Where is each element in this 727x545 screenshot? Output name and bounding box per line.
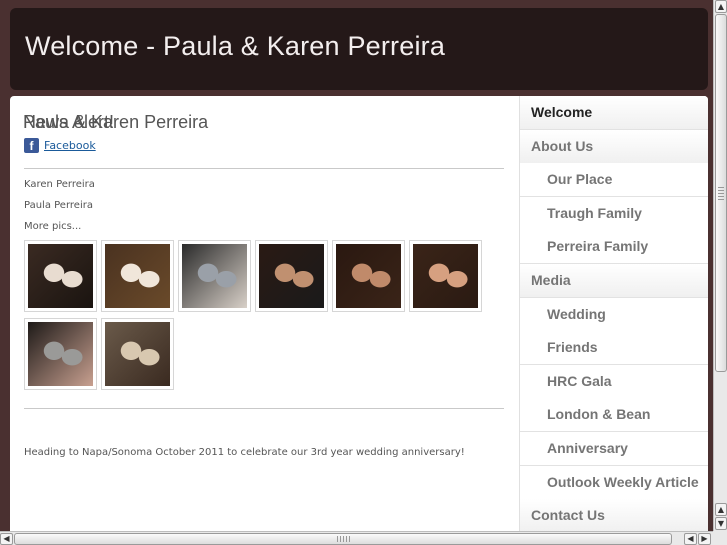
facebook-link[interactable]: Facebook — [44, 139, 96, 152]
photo-image — [182, 244, 247, 308]
photo-image — [259, 244, 324, 308]
vertical-scroll-thumb[interactable] — [715, 14, 727, 372]
arrow-down-icon[interactable]: ▼ — [715, 517, 727, 530]
site-header: Welcome - Paula & Karen Perreira — [10, 8, 708, 90]
divider — [24, 408, 504, 409]
photo-thumbnail[interactable] — [178, 240, 251, 312]
news-title: News Alert! — [23, 112, 115, 132]
grip-icon — [718, 187, 724, 201]
photo-thumbnail[interactable] — [101, 318, 174, 390]
arrow-left-icon[interactable]: ◀ — [0, 533, 13, 545]
name-paula: Paula Perreira — [24, 200, 93, 211]
sidebar-nav: Welcome About Us Our Place Traugh Family Per… — [519, 96, 708, 531]
sidebar-item-welcome[interactable]: Welcome — [520, 96, 708, 130]
page: Welcome - Paula & Karen Perreira Paula &… — [0, 0, 713, 531]
sidebar-item-our-place[interactable]: Our Place — [520, 163, 708, 198]
photo-thumbnail[interactable] — [255, 240, 328, 312]
name-karen: Karen Perreira — [24, 179, 95, 190]
facebook-link-row: f Facebook — [24, 138, 96, 153]
photo-thumbnail[interactable] — [24, 318, 97, 390]
scrollbar-corner — [713, 531, 727, 545]
vertical-scrollbar[interactable]: ▲ ▲ ▼ — [713, 0, 727, 531]
photo-image — [105, 322, 170, 386]
sidebar-item-friends[interactable]: Friends — [520, 331, 708, 366]
sidebar-item-about-us[interactable]: About Us — [520, 129, 708, 164]
facebook-icon[interactable]: f — [24, 138, 39, 153]
sidebar-item-media[interactable]: Media — [520, 264, 708, 298]
arrow-left-icon[interactable]: ◀ — [684, 533, 697, 545]
more-pics-text: More pics... — [24, 221, 82, 232]
photo-thumbnail[interactable] — [24, 240, 97, 312]
arrow-up-icon[interactable]: ▲ — [715, 0, 727, 13]
site-title: Welcome - Paula & Karen Perreira — [25, 31, 446, 61]
grip-icon — [337, 536, 351, 542]
photo-image — [336, 244, 401, 308]
arrow-up-icon[interactable]: ▲ — [715, 503, 727, 516]
photo-image — [413, 244, 478, 308]
sidebar-item-london-bean[interactable]: London & Bean — [520, 398, 708, 433]
photo-thumbnail[interactable] — [101, 240, 174, 312]
sidebar-item-contact-us[interactable]: Contact Us — [520, 499, 708, 531]
photo-image — [105, 244, 170, 308]
photo-image — [28, 322, 93, 386]
sidebar-item-traugh-family[interactable]: Traugh Family — [520, 196, 708, 231]
horizontal-scrollbar[interactable]: ◀ ◀ ▶ — [0, 531, 713, 545]
sidebar-item-wedding[interactable]: Wedding — [520, 297, 708, 332]
divider — [24, 168, 504, 169]
horizontal-scroll-thumb[interactable] — [14, 533, 672, 545]
sidebar-item-hrc-gala[interactable]: HRC Gala — [520, 364, 708, 399]
sidebar-item-perreira-family[interactable]: Perreira Family — [520, 230, 708, 265]
photo-image — [28, 244, 93, 308]
main-column: Paula & Karen Perreira f Facebook Karen … — [10, 96, 518, 531]
arrow-right-icon[interactable]: ▶ — [698, 533, 711, 545]
sidebar-item-anniversary[interactable]: Anniversary — [520, 432, 708, 466]
photo-thumbnail[interactable] — [409, 240, 482, 312]
sidebar-item-outlook-weekly-article[interactable]: Outlook Weekly Article — [520, 465, 708, 500]
photo-thumbnail[interactable] — [332, 240, 405, 312]
content-area: Paula & Karen Perreira f Facebook Karen … — [10, 96, 708, 531]
news-text: Heading to Napa/Sonoma October 2011 to c… — [24, 447, 465, 458]
